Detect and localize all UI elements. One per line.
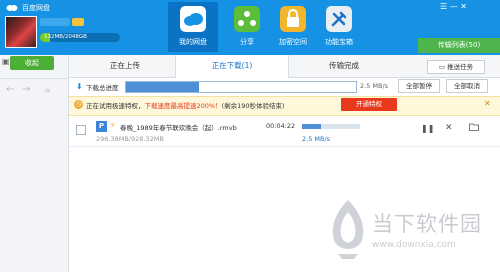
- app-title: 百度网盘: [22, 4, 50, 12]
- cloud-logo-icon: [6, 5, 18, 11]
- lightning-icon: ⚡: [110, 121, 116, 130]
- lock-icon: [280, 6, 306, 32]
- share-icon: [234, 6, 260, 32]
- vip-badge[interactable]: [72, 18, 84, 26]
- tab-label: 分享: [240, 38, 254, 46]
- pause-icon[interactable]: ❚❚: [421, 124, 434, 133]
- overall-progress-bar: 31.9%: [125, 81, 357, 93]
- item-progress-fill: [302, 124, 321, 129]
- clock-icon: ◷: [74, 100, 83, 109]
- overall-progress-label: 下载总进度: [86, 84, 119, 92]
- forward-arrow-icon[interactable]: →: [22, 84, 30, 95]
- overall-progress-percent: 31.9%: [230, 83, 252, 91]
- username-blurred[interactable]: [40, 18, 70, 26]
- tab-label: 功能宝箱: [325, 38, 353, 46]
- push-task-button[interactable]: ▭ 推送任务: [427, 60, 485, 74]
- tab-my-disk[interactable]: 我的网盘: [168, 2, 218, 52]
- monitor-icon: ▭: [438, 63, 448, 71]
- file-size-progress: 296.38MB/928.32MB: [96, 135, 164, 143]
- folder-icon[interactable]: [469, 123, 479, 131]
- tab-vault[interactable]: 加密空间: [268, 2, 318, 52]
- item-speed: 2.5 MB/s: [302, 135, 331, 143]
- promo-text-before: 正在试用极速特权，: [86, 102, 145, 110]
- tab-share[interactable]: 分享: [222, 2, 272, 52]
- video-file-icon: P: [96, 121, 107, 132]
- back-arrow-icon[interactable]: ←: [6, 84, 14, 95]
- storage-quota-bar: 132MB/2048GB: [40, 33, 120, 42]
- tab-transfer-complete[interactable]: 传输完成: [288, 55, 400, 77]
- time-remaining: 00:04:22: [266, 122, 296, 130]
- download-arrow-icon: ⬇: [76, 82, 83, 91]
- item-progress-bar: [302, 124, 360, 129]
- tab-downloading[interactable]: 正在下载(1): [175, 55, 289, 78]
- collapse-button[interactable]: 收起: [10, 56, 54, 70]
- toolbox-icon: [326, 6, 352, 32]
- promo-text: 正在试用极速特权，下载速度最高提速200%！(剩余190秒体验结束): [86, 100, 285, 110]
- tab-label: 我的网盘: [179, 38, 207, 46]
- cancel-all-button[interactable]: 全部取消: [446, 79, 488, 93]
- avatar[interactable]: [5, 16, 37, 48]
- overall-speed: 2.5 MB/s: [360, 82, 389, 90]
- pause-all-button[interactable]: 全部暂停: [398, 79, 440, 93]
- watermark-title: 当下软件园: [372, 212, 482, 236]
- window-controls[interactable]: ☰ — ✕: [440, 2, 467, 11]
- push-task-label: 推送任务: [447, 63, 474, 71]
- close-icon[interactable]: ✕: [484, 99, 491, 108]
- sidebar-toggle-icon[interactable]: ▣: [2, 58, 10, 66]
- tab-apps[interactable]: 功能宝箱: [314, 2, 364, 52]
- open-privilege-button[interactable]: 开通特权: [341, 98, 397, 111]
- transfer-list-button[interactable]: 传输列表(50): [418, 38, 500, 53]
- promo-text-after: (剩余190秒体验结束): [221, 102, 285, 110]
- tab-label: 加密空间: [279, 38, 307, 46]
- watermark-url: www.downxia.com: [372, 240, 456, 250]
- item-checkbox[interactable]: [76, 125, 86, 135]
- tab-uploading[interactable]: 正在上传: [69, 55, 181, 77]
- promo-text-highlight: 下载速度最高提速200%！: [144, 102, 222, 110]
- watermark-logo-icon: [332, 200, 364, 259]
- sidebar-divider: [0, 78, 68, 79]
- close-icon[interactable]: ✕: [445, 123, 453, 133]
- cloud-icon: [180, 6, 206, 32]
- file-name: 春晚_1989年春节联欢晚会（起）.rmvb: [120, 124, 237, 132]
- menu-icon[interactable]: ≡: [44, 86, 51, 95]
- storage-quota-text: 132MB/2048GB: [44, 34, 87, 40]
